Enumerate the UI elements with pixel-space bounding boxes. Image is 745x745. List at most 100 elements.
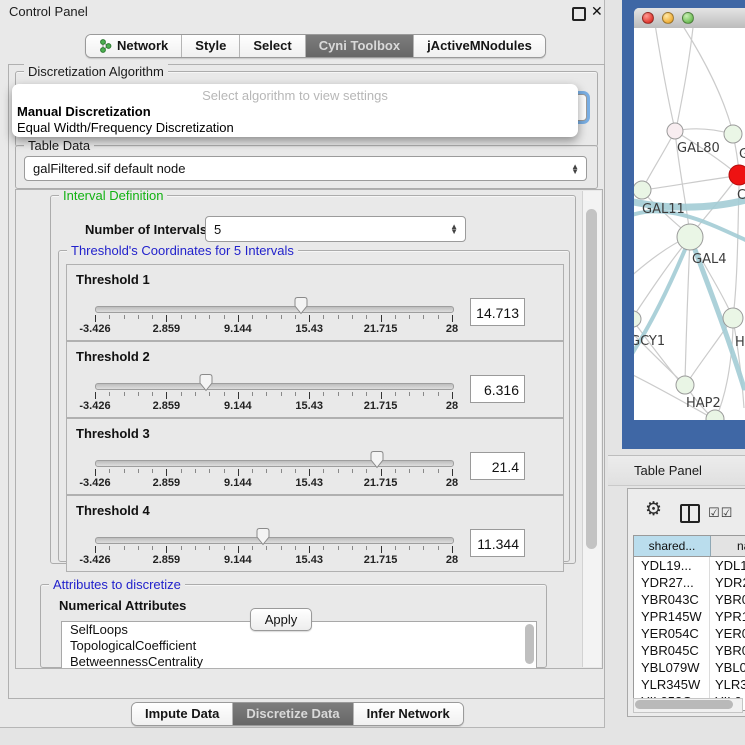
tab-style[interactable]: Style [181,35,239,57]
cell-shared-name[interactable]: YER054C [634,625,710,642]
network-graph: GAL80GACGAL11GAL4GCY1HHAP2 [634,28,745,420]
cell-shared-name[interactable]: YDL19... [634,557,710,574]
tab-network[interactable]: Network [86,35,181,57]
tab-discretize-data[interactable]: Discretize Data [232,703,352,725]
network-node-GAL80[interactable] [667,123,683,139]
apply-button[interactable]: Apply [250,608,312,631]
select-columns-icon[interactable]: ☑☑ [708,505,733,521]
table-row[interactable]: YBL079WYBL0 [634,659,745,676]
slider-minor-tick [281,469,282,473]
tab-infer-network[interactable]: Infer Network [353,703,463,725]
gear-icon[interactable]: ⚙ [645,500,662,519]
attribute-list-item[interactable]: TopologicalCoefficient [62,638,536,654]
network-canvas[interactable]: GAL80GACGAL11GAL4GCY1HHAP2 [634,28,745,420]
table-row[interactable]: YDL19...YDL1 [634,557,745,574]
slider-minor-tick [138,315,139,319]
table-row[interactable]: YDR27...YDR2 [634,574,745,591]
slider-tick-label: 15.43 [281,400,337,412]
tab-select[interactable]: Select [239,35,304,57]
slider-tick-label: 9.144 [210,323,266,335]
network-node-node-bottom[interactable] [706,410,724,420]
thresholds-group: Threshold's Coordinates for 5 Intervals … [58,250,570,562]
network-edge [676,28,694,130]
slider-track[interactable] [95,306,454,313]
zoom-window-icon[interactable] [682,12,694,24]
cell-name[interactable]: YDR2 [710,574,745,591]
slider-track[interactable] [95,460,454,467]
minimize-window-icon[interactable] [662,12,674,24]
network-node-node-top-right[interactable] [724,125,742,143]
attribute-list-item[interactable]: BetweennessCentrality [62,654,536,669]
panel-scrollbar-track[interactable] [582,191,601,667]
cell-name[interactable]: YBR0 [710,591,745,608]
close-window-icon[interactable] [642,12,654,24]
cell-shared-name[interactable]: YBL079W [634,659,710,676]
table-row[interactable]: YPR145WYPR1 [634,608,745,625]
panel-scrollbar-thumb[interactable] [586,209,597,549]
cell-shared-name[interactable]: YLR345W [634,676,710,693]
node-label-node-red: C [737,188,745,203]
slider-thumb[interactable] [369,450,385,469]
threshold-value-field[interactable]: 14.713 [470,298,525,326]
algorithm-option-manual[interactable]: Manual Discretization [17,104,151,119]
slider-minor-tick [438,315,439,319]
slider-minor-tick [266,315,267,319]
split-columns-icon[interactable] [680,504,700,523]
threshold-panel-3: Threshold 3-3.4262.8599.14415.4321.71528… [66,418,564,495]
tab-impute-data[interactable]: Impute Data [132,703,232,725]
network-node-HAP2[interactable] [676,376,694,394]
list-scrollbar[interactable] [525,624,534,664]
node-label-node-top-right: GA [739,147,745,162]
slider-minor-tick [338,469,339,473]
number-of-intervals-combobox[interactable]: 5 ▲▼ [205,216,466,242]
slider-track[interactable] [95,383,454,390]
slider-thumb[interactable] [293,296,309,315]
network-node-GAL11[interactable] [634,181,651,199]
tab-cyni-toolbox[interactable]: Cyni Toolbox [305,35,413,57]
threshold-value-field[interactable]: 21.4 [470,452,525,480]
cell-shared-name[interactable]: YBR045C [634,642,710,659]
threshold-value-field[interactable]: 6.316 [470,375,525,403]
cell-name[interactable]: YBL0 [710,659,745,676]
slider-thumb[interactable] [255,527,271,546]
float-panel-icon[interactable] [572,7,586,21]
slider-minor-tick [181,392,182,396]
slider-thumb[interactable] [198,373,214,392]
close-panel-icon[interactable]: ✕ [591,3,603,20]
network-node-node-h[interactable] [723,308,743,328]
slider-minor-tick [181,546,182,550]
threshold-value-field[interactable]: 11.344 [470,529,525,557]
slider-minor-tick [252,315,253,319]
table-row[interactable]: YLR345WYLR3 [634,676,745,693]
cell-name[interactable]: YER0 [710,625,745,642]
slider-minor-tick [438,546,439,550]
cell-shared-name[interactable]: YPR145W [634,608,710,625]
table-row[interactable]: YBR045CYBR0 [634,642,745,659]
cell-shared-name[interactable]: YBR043C [634,591,710,608]
cell-name[interactable]: YBR0 [710,642,745,659]
algorithm-option-equal-width[interactable]: Equal Width/Frequency Discretization [17,120,234,135]
slider-minor-tick [323,315,324,319]
slider-major-tick [452,392,453,399]
slider-major-tick [452,546,453,553]
cell-name[interactable]: YPR1 [710,608,745,625]
table-data-combobox[interactable]: galFiltered.sif default node ▲▼ [24,156,587,181]
column-header-shared-name[interactable]: shared... [634,536,711,556]
cell-name[interactable]: YDL1 [710,557,745,574]
cell-shared-name[interactable]: YDR27... [634,574,710,591]
cell-name[interactable]: YLR3 [710,676,745,693]
table-hscrollbar-track[interactable] [633,698,743,713]
table-hscrollbar-thumb[interactable] [635,700,733,709]
table-row[interactable]: YER054CYER0 [634,625,745,642]
slider-minor-tick [181,315,182,319]
network-view-window: GAL80GACGAL11GAL4GCY1HHAP2 [622,0,745,449]
network-node-GAL4[interactable] [677,224,703,250]
table-row[interactable]: YBR043CYBR0 [634,591,745,608]
slider-track[interactable] [95,537,454,544]
column-header-name[interactable]: na [711,536,745,556]
number-of-intervals-label: Number of Intervals [85,222,207,237]
network-node-node-red[interactable] [729,165,745,185]
tab-jactivemnodules[interactable]: jActiveMNodules [413,35,545,57]
network-node-GCY1[interactable] [634,311,641,327]
slider-major-tick [309,315,310,322]
